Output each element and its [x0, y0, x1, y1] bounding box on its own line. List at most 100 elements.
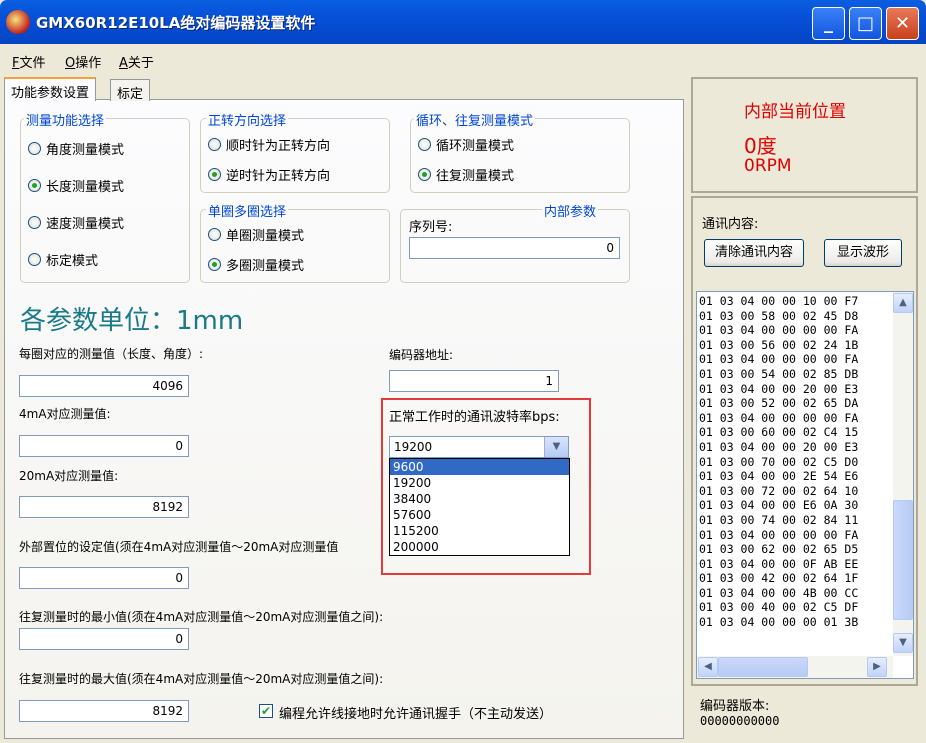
radio-label: 顺时针为正转方向	[226, 139, 331, 154]
ma20-input[interactable]: 8192	[19, 496, 189, 518]
comm-log-line: 01 03 00 72 00 02 64 10	[699, 483, 859, 498]
radio-reciprocating-mode[interactable]: 往复测量模式	[418, 165, 514, 184]
comm-log-line: 01 03 04 00 00 0F AB EE	[699, 556, 859, 571]
comm-log-line: 01 03 00 70 00 02 C5 D0	[699, 454, 859, 469]
baud-option[interactable]: 19200	[390, 475, 569, 491]
clear-comm-button[interactable]: 清除通讯内容	[704, 239, 804, 267]
comm-log-line: 01 03 00 62 00 02 65 D5	[699, 542, 859, 557]
radio-label: 循环测量模式	[436, 139, 515, 154]
comm-log-line: 01 03 00 54 00 02 85 DB	[699, 366, 859, 381]
ma4-input[interactable]: 0	[19, 435, 189, 457]
baud-select[interactable]: 19200	[389, 436, 569, 458]
radio-label: 速度测量模式	[46, 217, 125, 232]
baud-option[interactable]: 115200	[390, 523, 569, 539]
radio-label: 标定模式	[46, 254, 99, 269]
comm-log-line: 01 03 04 00 00 10 00 F7	[699, 294, 859, 308]
external-set-input[interactable]: 0	[19, 567, 189, 589]
baud-option[interactable]: 38400	[390, 491, 569, 507]
comm-log-line: 01 03 04 00 00 00 00 FA	[699, 527, 859, 542]
comm-log-line: 01 03 00 40 00 02 C5 DF	[699, 600, 859, 615]
radio-indicator	[418, 138, 431, 151]
app-icon	[6, 10, 30, 34]
version-label: 编码器版本:	[700, 699, 770, 714]
radio-indicator	[28, 179, 41, 192]
comm-log[interactable]: 01 03 04 00 00 10 00 F7 01 03 00 58 00 02…	[696, 291, 914, 679]
direction-group-title: 正转方向选择	[206, 110, 289, 129]
comm-log-line: 01 03 00 74 00 02 84 11	[699, 512, 859, 527]
menu-file[interactable]: F文件	[12, 52, 46, 71]
radio-indicator	[418, 168, 431, 181]
position-title: 内部当前位置	[744, 102, 846, 122]
horizontal-scroll-thumb[interactable]	[718, 657, 808, 677]
comm-log-line: 01 03 00 42 00 02 64 1F	[699, 571, 859, 586]
baud-option[interactable]: 9600	[390, 459, 569, 475]
comm-log-lines: 01 03 04 00 00 10 00 F7 01 03 00 58 00 02…	[699, 294, 889, 630]
baud-dropdown-list[interactable]: 9600 19200 38400 57600 115200 200000	[389, 458, 570, 556]
menu-about[interactable]: A关于	[119, 52, 154, 71]
turn-group-title: 单圈多圈选择	[206, 201, 289, 220]
comm-log-line: 01 03 00 58 00 02 45 D8	[699, 308, 859, 323]
allow-handshake-label: 编程允许线接地时允许通讯握手（不主动发送）	[279, 707, 553, 722]
radio-label: 多圈测量模式	[226, 259, 305, 274]
position-angle: 0度	[744, 134, 777, 158]
radio-label: 往复测量模式	[436, 169, 515, 184]
recip-min-input[interactable]: 0	[19, 628, 189, 650]
encoder-address-input[interactable]: 1	[389, 370, 559, 392]
radio-multi-turn[interactable]: 多圈测量模式	[208, 255, 304, 274]
comm-log-line: 01 03 00 60 00 02 C4 15	[699, 425, 859, 440]
radio-label: 逆时针为正转方向	[226, 169, 331, 184]
allow-handshake-checkbox[interactable]: ✔	[259, 704, 273, 718]
radio-indicator	[28, 142, 41, 155]
radio-speed-mode[interactable]: 速度测量模式	[28, 213, 124, 232]
scroll-down-icon[interactable]: ▼	[893, 633, 913, 653]
serial-input[interactable]: 0	[409, 237, 620, 259]
comm-log-line: 01 03 04 00 00 E6 0A 30	[699, 498, 859, 513]
tab-calibration[interactable]: 标定	[110, 79, 151, 102]
radio-single-turn[interactable]: 单圈测量模式	[208, 225, 304, 244]
comm-log-line: 01 03 04 00 00 00 00 FA	[699, 323, 859, 338]
comm-log-line: 01 03 00 52 00 02 65 DA	[699, 396, 859, 411]
radio-indicator	[28, 253, 41, 266]
window-title: GMX60R12E10LA绝对编码器设置软件	[36, 14, 316, 32]
radio-length-mode[interactable]: 长度测量模式	[28, 176, 124, 195]
baud-option[interactable]: 57600	[390, 507, 569, 523]
maximize-button[interactable]: □	[849, 7, 882, 40]
tab-function-params[interactable]: 功能参数设置	[4, 77, 97, 101]
scroll-up-icon[interactable]: ▲	[893, 293, 913, 313]
radio-label: 角度测量模式	[46, 143, 125, 158]
position-speed: 0RPM	[744, 156, 792, 176]
recip-max-input[interactable]: 8192	[19, 700, 189, 722]
menu-operate[interactable]: O操作	[65, 52, 101, 71]
chevron-down-icon[interactable]: ▼	[544, 437, 568, 457]
radio-calibration-mode[interactable]: 标定模式	[28, 250, 98, 269]
recip-min-label: 往复测量时的最小值(须在4mA对应测量值～20mA对应测量值之间):	[19, 610, 384, 624]
radio-indicator	[208, 258, 221, 271]
show-waveform-button[interactable]: 显示波形	[824, 239, 902, 267]
scroll-left-icon[interactable]: ◀	[698, 657, 718, 677]
measure-group-title: 测量功能选择	[24, 110, 107, 129]
serial-label: 序列号:	[409, 220, 453, 235]
scroll-right-icon[interactable]: ▶	[867, 657, 887, 677]
minimize-button[interactable]: _	[812, 7, 845, 40]
baud-label: 正常工作时的通讯波特率bps:	[389, 410, 560, 425]
radio-indicator	[28, 216, 41, 229]
radio-indicator	[208, 228, 221, 241]
radio-cycle-mode[interactable]: 循环测量模式	[418, 135, 514, 154]
radio-label: 单圈测量模式	[226, 229, 305, 244]
baud-option[interactable]: 200000	[390, 539, 569, 555]
radio-counterclockwise[interactable]: 逆时针为正转方向	[208, 165, 330, 184]
vertical-scroll-thumb[interactable]	[893, 500, 913, 620]
comm-log-line: 01 03 04 00 00 00 00 FA	[699, 410, 859, 425]
comm-log-line: 01 03 04 00 00 20 00 E3	[699, 381, 859, 396]
comm-log-line: 01 03 04 00 00 00 01 3B	[699, 615, 859, 630]
radio-clockwise[interactable]: 顺时针为正转方向	[208, 135, 330, 154]
close-button[interactable]: ✕	[886, 7, 919, 40]
ma4-label: 4mA对应测量值:	[19, 407, 111, 421]
encoder-address-label: 编码器地址:	[389, 348, 454, 362]
radio-indicator	[208, 168, 221, 181]
per-turn-input[interactable]: 4096	[19, 375, 189, 397]
comm-label: 通讯内容:	[702, 217, 759, 232]
radio-indicator	[208, 138, 221, 151]
comm-log-line: 01 03 04 00 00 00 00 FA	[699, 352, 859, 367]
radio-angle-mode[interactable]: 角度测量模式	[28, 139, 124, 158]
